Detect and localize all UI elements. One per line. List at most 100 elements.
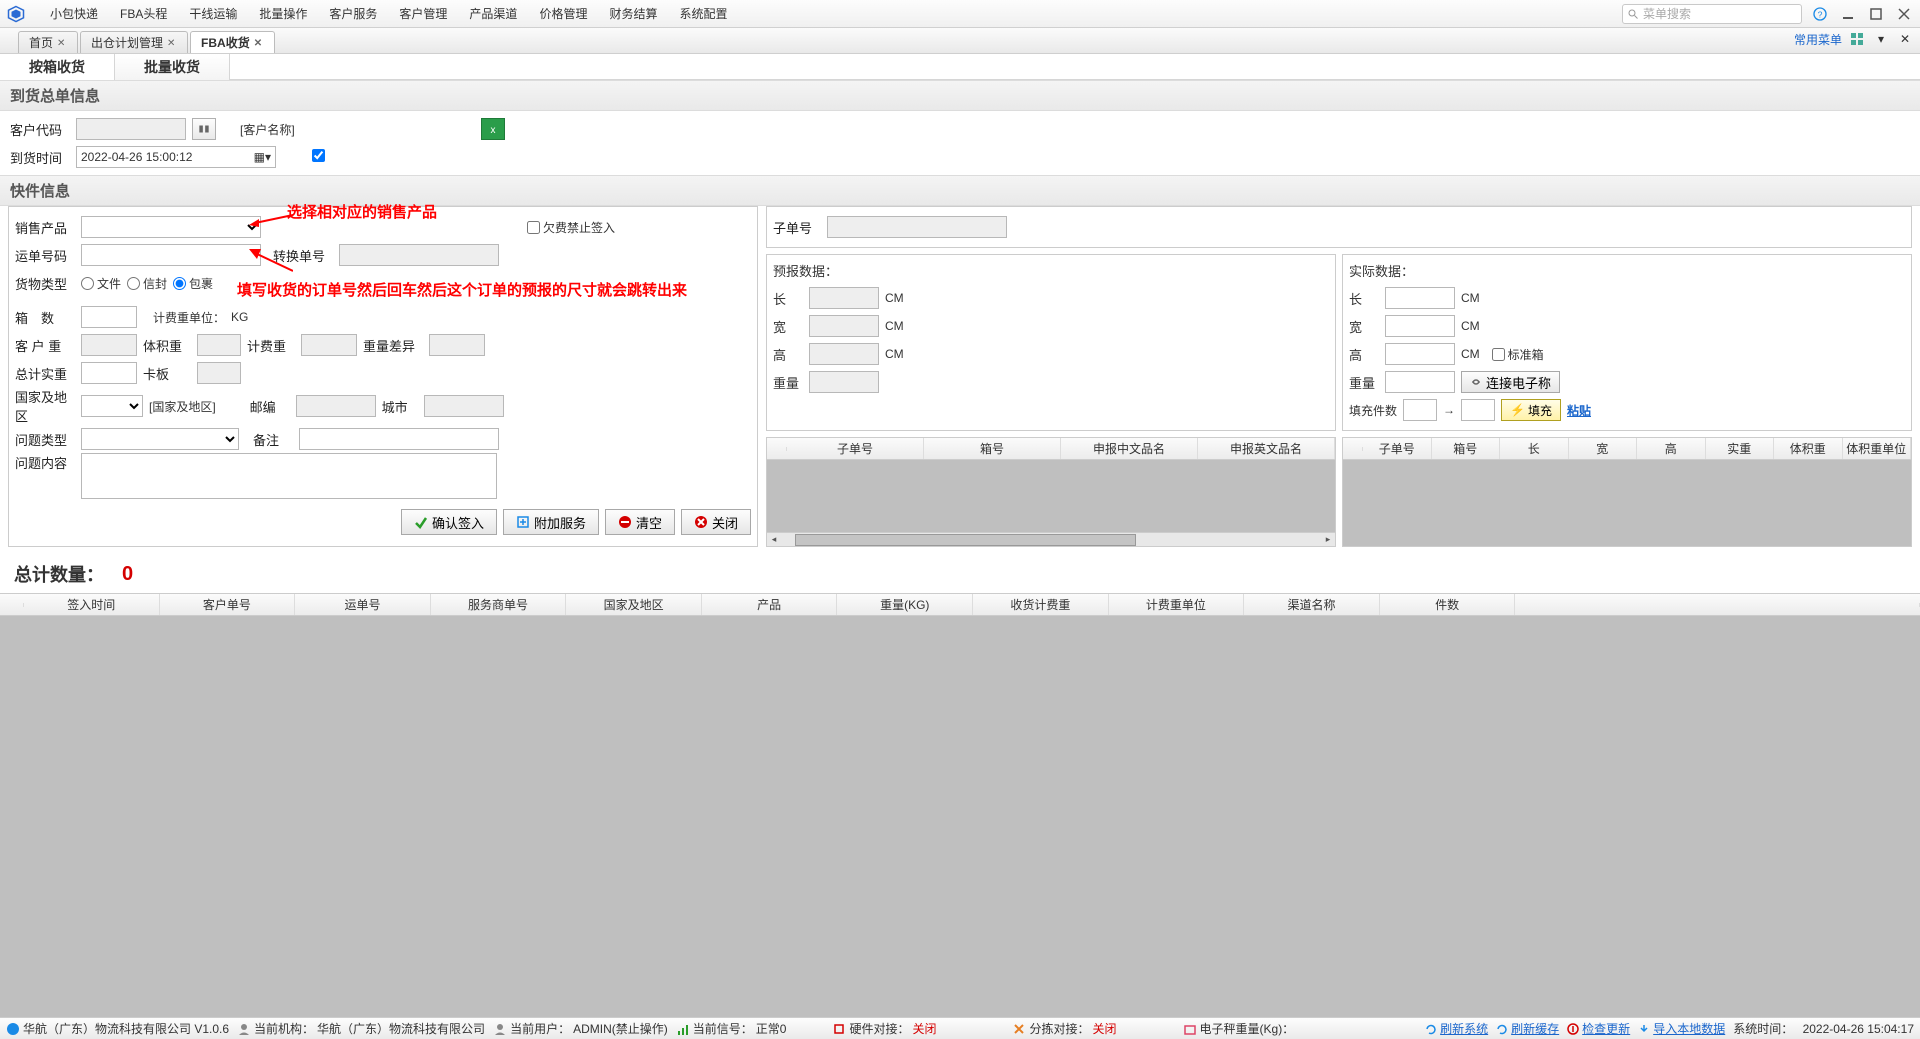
- cust-name-placeholder: [客户名称]: [240, 121, 295, 138]
- plug-icon: [832, 1022, 846, 1036]
- declare-grid: 子单号 箱号 申报中文品名 申报英文品名 ◂▸: [766, 437, 1336, 547]
- forecast-hei-input[interactable]: [809, 343, 879, 365]
- issue-type-select[interactable]: [81, 428, 239, 450]
- link-icon: [1470, 376, 1482, 388]
- refresh-cache-link[interactable]: 刷新缓存: [1511, 1020, 1559, 1037]
- addon-service-button[interactable]: 附加服务: [503, 509, 599, 535]
- cust-code-input[interactable]: [76, 118, 186, 140]
- calendar-icon: ▦▾: [254, 150, 271, 164]
- subtab-by-box[interactable]: 按箱收货: [0, 54, 115, 80]
- user-icon: [237, 1022, 251, 1036]
- arrival-time-input[interactable]: 2022-04-26 15:00:12 ▦▾: [76, 146, 276, 168]
- forecast-len-input[interactable]: [809, 287, 879, 309]
- sub-no-input[interactable]: [827, 216, 1007, 238]
- status-hardware: 硬件对接：关闭: [832, 1020, 936, 1037]
- label-arrear-block: 欠费禁止签入: [543, 219, 615, 236]
- menu-item[interactable]: 客户服务: [319, 1, 387, 26]
- maximize-button[interactable]: [1866, 4, 1886, 24]
- label-arrival-time: 到货时间: [10, 148, 70, 167]
- close-form-button[interactable]: 关闭: [681, 509, 751, 535]
- menu-item[interactable]: 财务结算: [599, 1, 667, 26]
- common-menu-link[interactable]: 常用菜单: [1794, 31, 1842, 48]
- std-box-checkbox[interactable]: [1492, 348, 1505, 361]
- cust-weight-input[interactable]: [81, 334, 137, 356]
- issue-content-input[interactable]: [81, 453, 497, 499]
- app-logo-icon: [6, 4, 26, 24]
- tab-home[interactable]: 首页✕: [18, 31, 78, 53]
- subtab-batch[interactable]: 批量收货: [115, 54, 230, 80]
- label-cust-weight: 客 户 重: [15, 336, 75, 355]
- clear-button[interactable]: 清空: [605, 509, 675, 535]
- postcode-input[interactable]: [296, 395, 376, 417]
- paste-link[interactable]: 粘贴: [1567, 402, 1591, 419]
- tab-fba-receive[interactable]: FBA收货✕: [190, 31, 275, 53]
- fill-button[interactable]: ⚡填充: [1501, 399, 1561, 421]
- actual-hei-input[interactable]: [1385, 343, 1455, 365]
- bill-weight-input[interactable]: [301, 334, 357, 356]
- pallet-input[interactable]: [197, 362, 241, 384]
- search-icon: [1627, 8, 1639, 20]
- country-select[interactable]: [81, 395, 143, 417]
- menu-item[interactable]: FBA头程: [110, 1, 177, 26]
- convert-input[interactable]: [339, 244, 499, 266]
- radio-package[interactable]: [173, 277, 186, 290]
- vol-weight-input[interactable]: [197, 334, 241, 356]
- menu-item[interactable]: 小包快递: [40, 1, 108, 26]
- actual-len-input[interactable]: [1385, 287, 1455, 309]
- label-sale-product: 销售产品: [15, 218, 75, 237]
- refresh-system-link[interactable]: 刷新系统: [1440, 1020, 1488, 1037]
- remark-input[interactable]: [299, 428, 499, 450]
- check-update-link[interactable]: 检查更新: [1582, 1020, 1630, 1037]
- close-icon[interactable]: ✕: [167, 38, 177, 48]
- fill-from-input[interactable]: [1403, 399, 1437, 421]
- radio-envelope[interactable]: [127, 277, 140, 290]
- forecast-wt-input[interactable]: [809, 371, 879, 393]
- svg-text:x: x: [490, 125, 495, 136]
- dropdown-icon[interactable]: ▾: [1872, 30, 1890, 48]
- close-icon[interactable]: ✕: [57, 38, 67, 48]
- total-weight-input[interactable]: [81, 362, 137, 384]
- arrear-block-checkbox[interactable]: [527, 221, 540, 234]
- tab-close-all-icon[interactable]: ✕: [1896, 30, 1914, 48]
- actual-wt-input[interactable]: [1385, 371, 1455, 393]
- help-icon[interactable]: ?: [1810, 4, 1830, 24]
- scrollbar-horizontal[interactable]: ◂▸: [767, 532, 1335, 546]
- radio-file[interactable]: [81, 277, 94, 290]
- status-company: 华航（广东）物流科技有限公司 V1.0.6: [6, 1020, 229, 1037]
- status-time: 系统时间： 2022-04-26 15:04:17: [1733, 1020, 1914, 1037]
- weight-diff-input[interactable]: [429, 334, 485, 356]
- sale-product-select[interactable]: [81, 216, 261, 238]
- menu-item[interactable]: 系统配置: [669, 1, 737, 26]
- arrival-checkbox[interactable]: [312, 149, 325, 162]
- confirm-button[interactable]: 确认签入: [401, 509, 497, 535]
- menu-search-input[interactable]: 菜单搜索: [1622, 4, 1802, 24]
- city-input[interactable]: [424, 395, 504, 417]
- menu-item[interactable]: 价格管理: [529, 1, 597, 26]
- label-country: 国家及地区: [15, 387, 75, 425]
- label-pallet: 卡板: [143, 364, 191, 383]
- status-signal: 当前信号：正常0: [676, 1020, 787, 1037]
- search-customer-button[interactable]: [192, 118, 216, 140]
- forecast-wid-input[interactable]: [809, 315, 879, 337]
- menu-item[interactable]: 批量操作: [249, 1, 317, 26]
- waybill-input[interactable]: [81, 244, 261, 266]
- close-icon[interactable]: ✕: [254, 38, 264, 48]
- fill-to-input[interactable]: [1461, 399, 1495, 421]
- excel-button[interactable]: x: [481, 118, 505, 140]
- menu-item[interactable]: 产品渠道: [459, 1, 527, 26]
- menu-item[interactable]: 客户管理: [389, 1, 457, 26]
- close-button[interactable]: [1894, 4, 1914, 24]
- label-fill-count: 填充件数: [1349, 402, 1397, 419]
- minimize-button[interactable]: [1838, 4, 1858, 24]
- grid-icon[interactable]: [1848, 30, 1866, 48]
- tab-outbound-plan[interactable]: 出仓计划管理✕: [80, 31, 188, 53]
- boxes-input[interactable]: [81, 306, 137, 328]
- label-waybill: 运单号码: [15, 246, 75, 265]
- actual-wid-input[interactable]: [1385, 315, 1455, 337]
- label-cust-code: 客户代码: [10, 120, 70, 139]
- svg-text:?: ?: [1818, 9, 1823, 19]
- connect-scale-button[interactable]: 连接电子称: [1461, 371, 1560, 393]
- menu-item[interactable]: 干线运输: [179, 1, 247, 26]
- user-icon: [493, 1022, 507, 1036]
- import-local-link[interactable]: 导入本地数据: [1653, 1020, 1725, 1037]
